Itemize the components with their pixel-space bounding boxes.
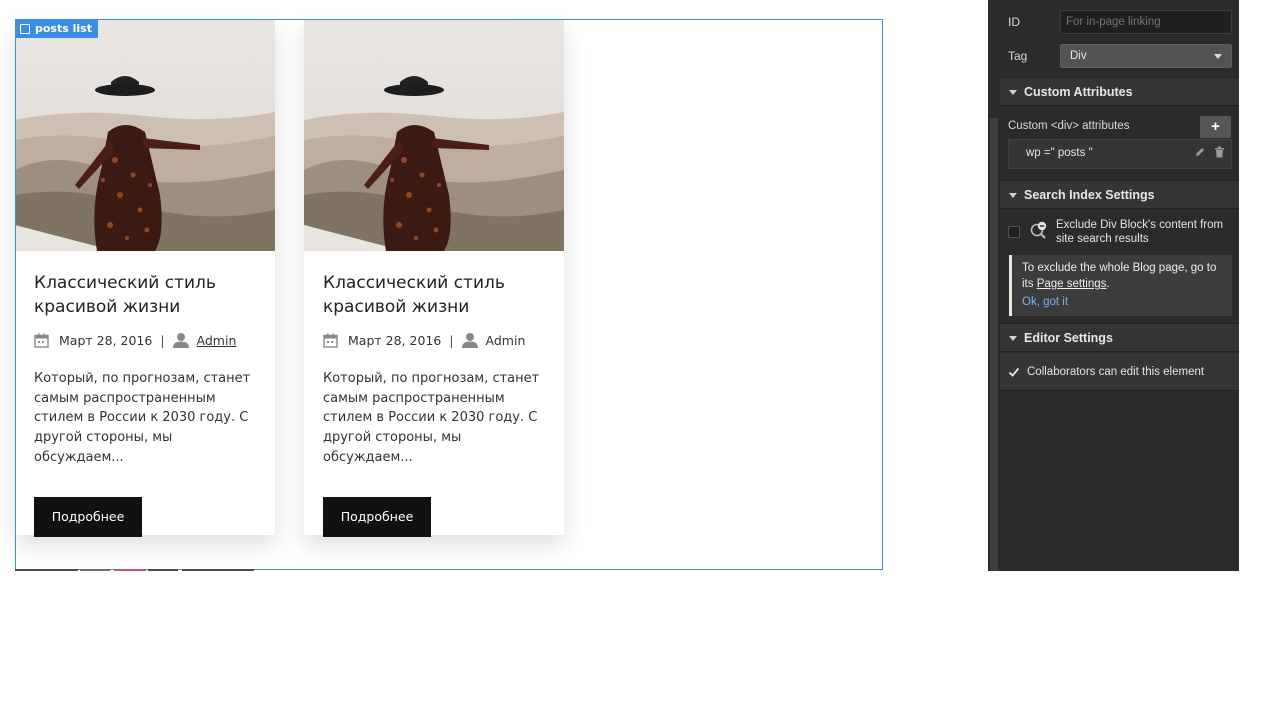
id-input[interactable]	[1060, 10, 1232, 34]
scrollbar-thumb[interactable]	[990, 118, 998, 571]
div-block-icon	[20, 23, 30, 34]
caret-down-icon	[1214, 54, 1222, 59]
selected-element-outline	[15, 19, 883, 570]
tag-select[interactable]: Div	[1060, 44, 1232, 68]
collapse-triangle-icon	[1009, 193, 1017, 198]
selected-element-badge[interactable]: posts list	[15, 19, 98, 38]
edit-pencil-icon[interactable]	[1194, 146, 1206, 158]
id-label: ID	[1008, 15, 1020, 29]
search-exclude-icon	[1030, 221, 1047, 239]
custom-attribute-value: wp =" posts "	[1026, 147, 1093, 159]
canvas-toolbar-strip	[114, 569, 146, 571]
search-index-section-header[interactable]: Search Index Settings	[1000, 180, 1239, 209]
collapse-triangle-icon	[1009, 90, 1017, 95]
tag-label: Tag	[1008, 49, 1028, 63]
exclude-search-checkbox[interactable]	[1008, 226, 1020, 238]
element-settings-panel: ID Tag Div Custom Attributes Custom <div…	[1000, 0, 1239, 571]
canvas-toolbar-strip	[15, 569, 78, 571]
custom-attribute-row[interactable]: wp =" posts "	[1008, 139, 1232, 169]
custom-attributes-subtitle: Custom <div> attributes	[1008, 120, 1130, 132]
editor-settings-section-header[interactable]: Editor Settings	[1000, 323, 1239, 352]
collapse-triangle-icon	[1009, 336, 1017, 341]
add-attribute-button[interactable]: +	[1200, 116, 1231, 138]
exclude-search-label: Exclude Div Block's content from site se…	[1056, 219, 1224, 245]
designer-canvas[interactable]: Классический стиль красивой жизни Март 2…	[0, 0, 988, 571]
panel-scrollbar[interactable]	[988, 0, 1000, 571]
tag-select-value: Div	[1070, 50, 1087, 62]
selected-element-label: posts list	[35, 22, 92, 35]
section-title: Search Index Settings	[1024, 187, 1155, 202]
canvas-toolbar-strip	[148, 569, 178, 571]
collaborators-checkbox-label[interactable]: Collaborators can edit this element	[1027, 366, 1204, 378]
page-settings-link[interactable]: Page settings	[1037, 278, 1107, 290]
blog-page-info-note: To exclude the whole Blog page, go to it…	[1009, 255, 1232, 316]
canvas-toolbar-strip	[80, 569, 110, 571]
note-end: .	[1106, 278, 1110, 290]
section-title: Editor Settings	[1024, 330, 1113, 345]
ok-got-it-link[interactable]: Ok, got it	[1022, 294, 1224, 310]
checkmark-icon[interactable]	[1008, 366, 1020, 378]
custom-attributes-section-header[interactable]: Custom Attributes	[1000, 77, 1239, 106]
panel-empty-area	[1000, 390, 1239, 571]
trash-icon[interactable]	[1214, 146, 1225, 158]
canvas-toolbar-strip	[182, 569, 254, 571]
section-title: Custom Attributes	[1024, 84, 1133, 99]
